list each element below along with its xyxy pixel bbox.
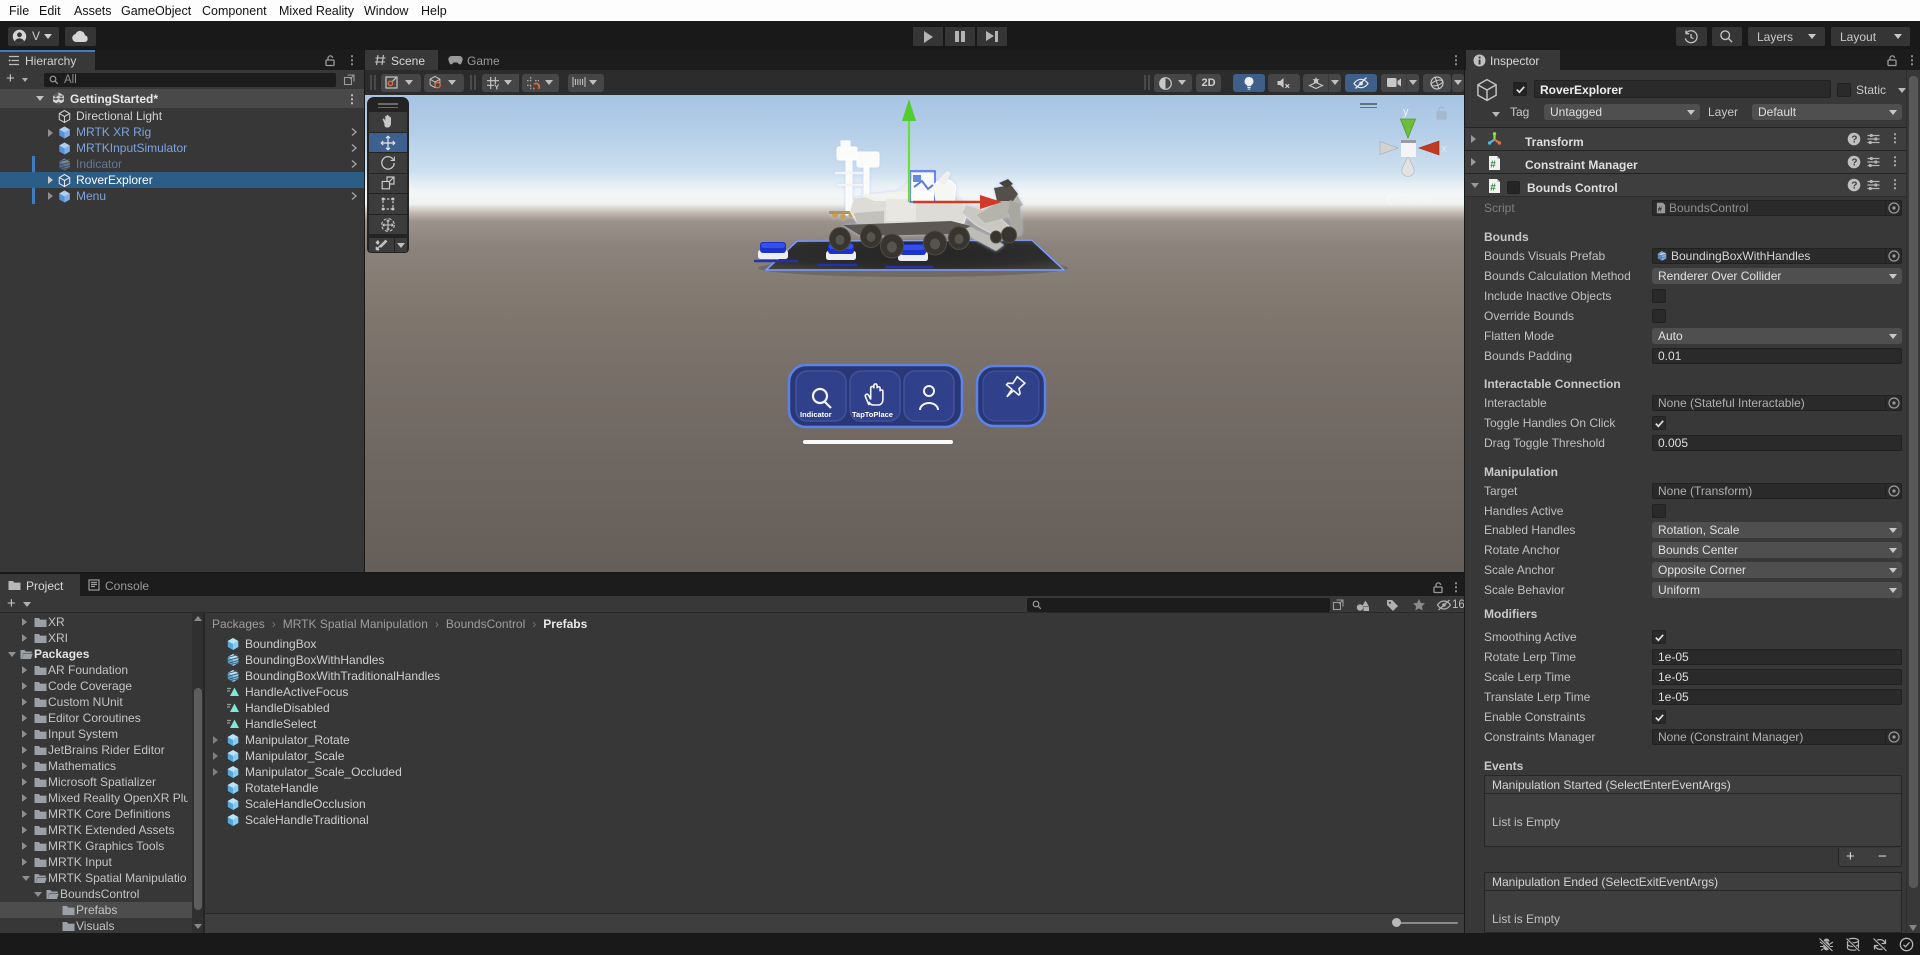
svg-text:?: ? [1851,158,1857,169]
svg-text:?: ? [1851,135,1857,146]
svg-text:y: y [1403,106,1409,118]
svg-text:#: # [1490,182,1496,193]
svg-text:?: ? [1851,181,1857,192]
svg-text:#: # [1490,159,1496,170]
svg-text:x: x [1442,143,1448,155]
svg-text:Indicator: Indicator [800,410,832,419]
svg-text:TapToPlace: TapToPlace [852,410,893,419]
svg-text:Y: Y [494,82,499,90]
